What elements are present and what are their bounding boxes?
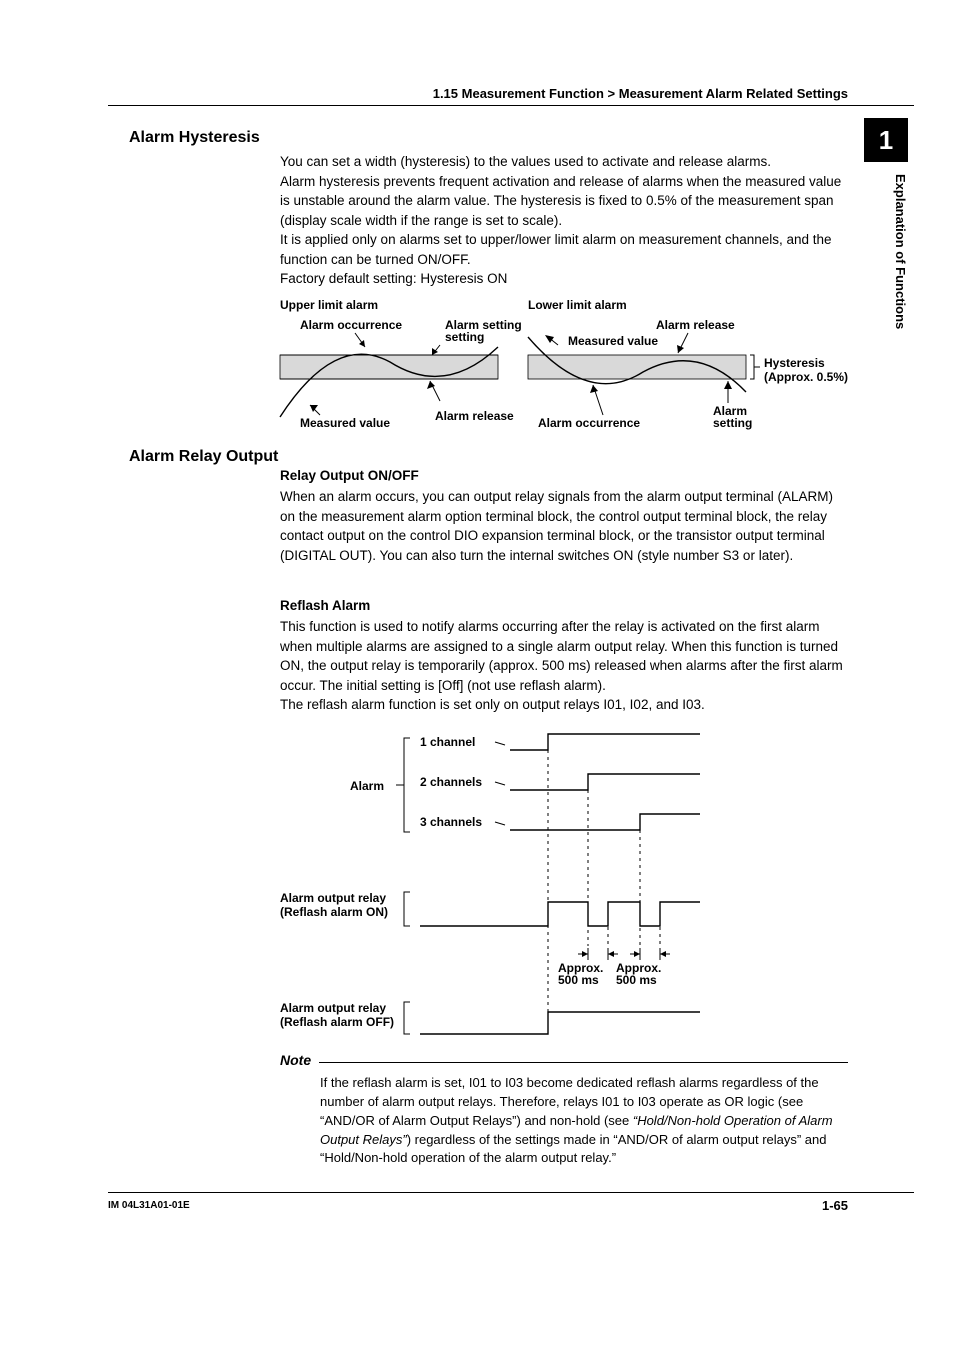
lbl-alarm-setting2: setting [713, 416, 752, 430]
hysteresis-diagram: Upper limit alarm Alarm occurrence Alarm… [280, 297, 840, 437]
para: Factory default setting: Hysteresis ON [280, 269, 848, 289]
lbl-500ms-1: 500 ms [558, 973, 599, 987]
footer-page-number: 1-65 [822, 1198, 848, 1213]
chapter-tab: 1 [864, 118, 908, 162]
chapter-tab-label: Explanation of Functions [864, 174, 908, 329]
lbl-alarm-occurrence: Alarm occurrence [300, 318, 402, 332]
footer-doc-id: IM 04L31A01-01E [108, 1200, 190, 1211]
header-rule [108, 105, 914, 106]
heading-reflash: Reflash Alarm [280, 598, 848, 613]
lbl-measured-value: Measured value [300, 416, 390, 430]
note-label: Note [280, 1052, 311, 1068]
lbl-alarm: Alarm [350, 779, 384, 793]
lbl-measured-value: Measured value [568, 334, 658, 348]
lower-limit-title: Lower limit alarm [528, 298, 627, 312]
lbl-1channel: 1 channel [420, 735, 475, 749]
heading-alarm-relay-output: Alarm Relay Output [129, 448, 278, 466]
lbl-alarm-release: Alarm release [656, 318, 735, 332]
lbl-3channels: 3 channels [420, 815, 482, 829]
lbl-out-off2: (Reflash alarm OFF) [280, 1015, 394, 1029]
lbl-2channels: 2 channels [420, 775, 482, 789]
lbl-alarm-occurrence: Alarm occurrence [538, 416, 640, 430]
para: The reflash alarm function is set only o… [280, 695, 848, 715]
reflash-diagram: Alarm 1 channel 2 channels 3 channels Al… [280, 726, 710, 1036]
reflash-block: Reflash Alarm This function is used to n… [280, 598, 848, 715]
lbl-out-off: Alarm output relay [280, 1001, 386, 1015]
note-rule [319, 1062, 848, 1063]
para: It is applied only on alarms set to uppe… [280, 230, 848, 269]
footer-rule [108, 1192, 914, 1193]
heading-alarm-hysteresis: Alarm Hysteresis [129, 129, 260, 147]
note-block: Note If the reflash alarm is set, I01 to… [280, 1052, 848, 1168]
lbl-500ms-2: 500 ms [616, 973, 657, 987]
heading-relay-onoff: Relay Output ON/OFF [280, 468, 848, 483]
breadcrumb: 1.15 Measurement Function > Measurement … [433, 86, 848, 101]
hysteresis-body: You can set a width (hysteresis) to the … [280, 152, 848, 289]
lbl-out-on: Alarm output relay [280, 891, 386, 905]
lbl-alarm-release: Alarm release [435, 409, 514, 423]
lbl-hysteresis-val: (Approx. 0.5%) [764, 370, 848, 384]
lbl-alarm-setting2: setting [445, 330, 484, 344]
para: When an alarm occurs, you can output rel… [280, 487, 848, 565]
upper-limit-title: Upper limit alarm [280, 298, 378, 312]
lbl-out-on2: (Reflash alarm ON) [280, 905, 388, 919]
para: This function is used to notify alarms o… [280, 617, 848, 695]
page: 1.15 Measurement Function > Measurement … [0, 0, 954, 1351]
para: You can set a width (hysteresis) to the … [280, 152, 848, 172]
relay-output-block: Relay Output ON/OFF When an alarm occurs… [280, 468, 848, 565]
lbl-hysteresis: Hysteresis [764, 356, 825, 370]
para: Alarm hysteresis prevents frequent activ… [280, 172, 848, 231]
note-body: If the reflash alarm is set, I01 to I03 … [320, 1074, 848, 1168]
